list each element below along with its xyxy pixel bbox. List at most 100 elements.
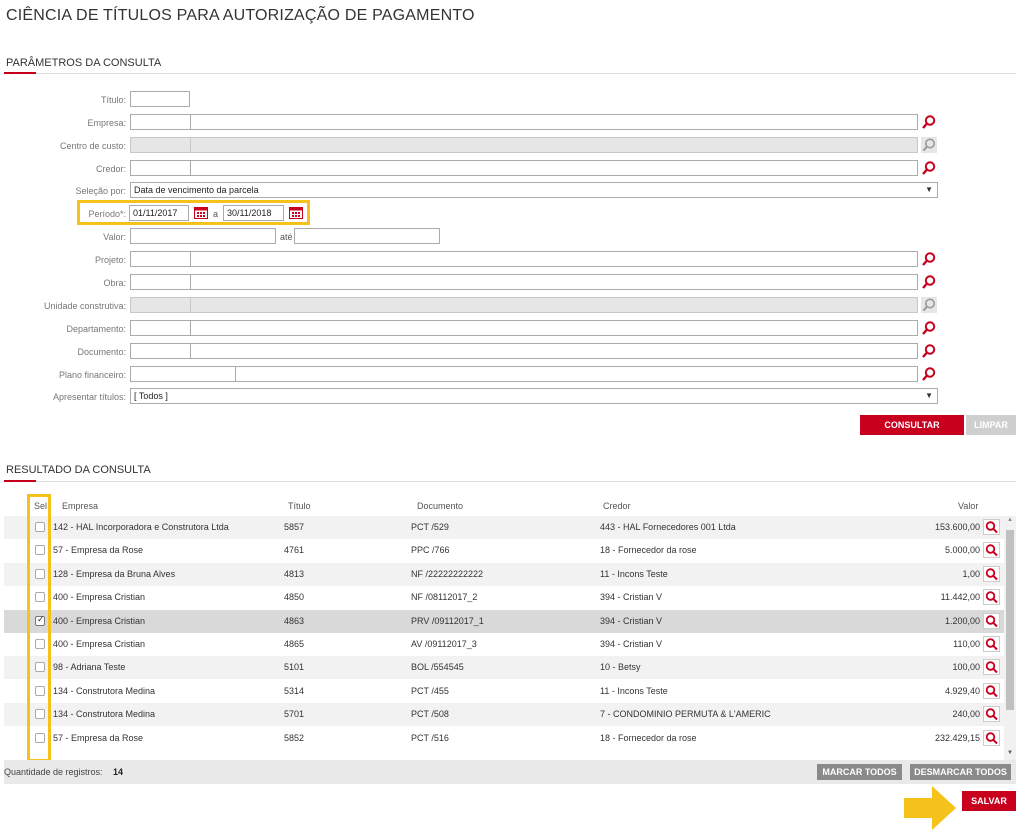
obra-search-icon[interactable]: [921, 274, 937, 290]
row-search-icon[interactable]: [983, 589, 1000, 606]
plano-code-input[interactable]: [130, 366, 236, 382]
projeto-label: Projeto:: [94, 255, 126, 265]
apresentar-select[interactable]: [ Todos ] ▼: [130, 388, 938, 404]
row-search-icon[interactable]: [983, 636, 1000, 652]
unidade-label: Unidade construtiva:: [43, 301, 126, 311]
departamento-label: Departamento:: [66, 324, 126, 334]
plano-label: Plano financeiro:: [58, 370, 126, 380]
cell-valor: 1.200,00: [944, 615, 980, 626]
cell-credor: 394 - Cristian V: [600, 592, 663, 603]
table-scrollbar[interactable]: ▲ ▼: [1004, 516, 1016, 760]
periodo-separator: a: [213, 209, 219, 219]
sel-column-highlight: [27, 494, 51, 762]
departamento-name-input[interactable]: [190, 320, 918, 336]
table-row[interactable]: 134 - Construtora Medina 5701 PCT /508 7 - …: [4, 703, 1004, 727]
consultar-button[interactable]: CONSULTAR: [860, 415, 964, 435]
scroll-up-icon[interactable]: ▲: [1007, 517, 1013, 523]
row-search-icon[interactable]: [983, 542, 1000, 559]
valor-max-input[interactable]: [294, 228, 440, 244]
row-search-icon[interactable]: [983, 565, 1000, 582]
cell-credor: 394 - Cristian V: [600, 639, 663, 649]
documento-name-input[interactable]: [190, 343, 918, 359]
table-row[interactable]: 400 - Empresa Cristian 4850 NF /08112017_2…: [4, 586, 1004, 610]
cell-titulo: 5314: [284, 685, 305, 696]
cell-titulo: 4850: [284, 592, 305, 603]
titulo-input[interactable]: [130, 91, 190, 107]
calendar-icon[interactable]: [194, 206, 208, 219]
valor-label: Valor:: [103, 232, 126, 242]
row-search-icon[interactable]: [983, 519, 1000, 535]
row-search-icon[interactable]: [983, 729, 1000, 746]
calendar-icon[interactable]: [289, 206, 303, 219]
marcar-todos-button[interactable]: MARCAR TODOS: [817, 764, 902, 780]
valor-min-input[interactable]: [130, 228, 276, 244]
obra-code-input[interactable]: [130, 274, 191, 290]
departamento-search-icon[interactable]: [921, 320, 937, 336]
row-search-icon[interactable]: [983, 659, 1000, 676]
cell-credor: 11 - Incons Teste: [600, 685, 668, 696]
params-section-title: PARÂMETROS DA CONSULTA: [6, 57, 162, 69]
empresa-code-input[interactable]: [130, 114, 191, 130]
row-search-icon[interactable]: [983, 682, 1000, 699]
cell-documento: BOL /554545: [411, 662, 464, 673]
table-header: Sel Empresa Título Documento Credor Valo…: [4, 497, 1016, 515]
departamento-code-input[interactable]: [130, 320, 191, 336]
credor-code-input[interactable]: [130, 160, 191, 176]
cell-valor: 100,00: [952, 662, 980, 673]
documento-code-input[interactable]: [130, 343, 191, 359]
result-section-title: RESULTADO DA CONSULTA: [6, 464, 151, 476]
table-row[interactable]: 134 - Construtora Medina 5314 PCT /455 11 -…: [4, 679, 1004, 703]
cell-credor: 18 - Fornecedor da rose: [600, 545, 697, 556]
apresentar-value: [ Todos ]: [134, 391, 168, 401]
empresa-name-input[interactable]: [190, 114, 918, 130]
cell-valor: 240,00: [952, 709, 980, 720]
caret-down-icon: ▼: [925, 185, 933, 194]
table-row[interactable]: 57 - Empresa da Rose 5852 PCT /516 18 - For…: [4, 726, 1004, 750]
credor-search-icon[interactable]: [921, 160, 937, 176]
plano-name-input[interactable]: [235, 366, 918, 382]
cell-credor: 11 - Incons Teste: [600, 568, 668, 579]
cell-documento: NF /08112017_2: [411, 592, 478, 603]
table-row[interactable]: 400 - Empresa Cristian 4865 AV /09112017_3…: [4, 633, 1004, 656]
results-table: 142 - HAL Incorporadora e Construtora Lt…: [4, 516, 1004, 760]
plano-search-icon[interactable]: [921, 366, 937, 382]
row-search-icon[interactable]: [983, 612, 1000, 629]
header-titulo: Título: [288, 501, 311, 511]
documento-search-icon[interactable]: [921, 343, 937, 359]
cell-credor: 7 - CONDOMINIO PERMUTA & L'AMERIC: [600, 709, 771, 720]
periodo-start-input[interactable]: 01/11/2017: [129, 205, 189, 221]
cell-documento: PCT /455: [411, 685, 449, 696]
cell-titulo: 5857: [284, 522, 305, 532]
limpar-button[interactable]: LIMPAR: [966, 415, 1016, 435]
record-count-label: Quantidade de registros:: [4, 767, 103, 777]
obra-label: Obra:: [103, 278, 126, 288]
table-row[interactable]: 400 - Empresa Cristian 4863 PRV /09112017_…: [4, 609, 1004, 633]
empresa-search-icon[interactable]: [921, 114, 937, 130]
cell-credor: 18 - Fornecedor da rose: [600, 732, 697, 743]
credor-name-input[interactable]: [190, 160, 918, 176]
projeto-search-icon[interactable]: [921, 251, 937, 267]
obra-name-input[interactable]: [190, 274, 918, 290]
result-divider: [4, 481, 1016, 482]
projeto-name-input[interactable]: [190, 251, 918, 267]
table-row[interactable]: 57 - Empresa da Rose 4761 PPC /766 18 - For…: [4, 539, 1004, 563]
table-row[interactable]: 128 - Empresa da Bruna Alves 4813 NF /2222…: [4, 562, 1004, 586]
cell-documento: PCT /529: [411, 522, 449, 532]
projeto-code-input[interactable]: [130, 251, 191, 267]
periodo-end-input[interactable]: 30/11/2018: [223, 205, 284, 221]
scrollbar-thumb[interactable]: [1006, 530, 1014, 710]
result-underline: [4, 480, 36, 482]
salvar-button[interactable]: SALVAR: [962, 791, 1016, 811]
row-search-icon[interactable]: [983, 706, 1000, 723]
cell-empresa: 142 - HAL Incorporadora e Construtora Lt…: [53, 522, 229, 532]
cell-valor: 1,00: [962, 568, 980, 579]
table-row[interactable]: 142 - HAL Incorporadora e Construtora Lt…: [4, 516, 1004, 539]
table-row[interactable]: 98 - Adriana Teste 5101 BOL /554545 10 - Be…: [4, 656, 1004, 680]
unidade-name-input: [190, 297, 918, 313]
table-footer: Quantidade de registros: 14 MARCAR TODOS…: [4, 760, 1016, 784]
selecao-select[interactable]: Data de vencimento da parcela ▼: [130, 182, 938, 198]
desmarcar-todos-button[interactable]: DESMARCAR TODOS: [910, 764, 1011, 780]
scroll-down-icon[interactable]: ▼: [1007, 750, 1013, 756]
cell-titulo: 4813: [284, 568, 305, 579]
cell-titulo: 4863: [284, 615, 305, 626]
